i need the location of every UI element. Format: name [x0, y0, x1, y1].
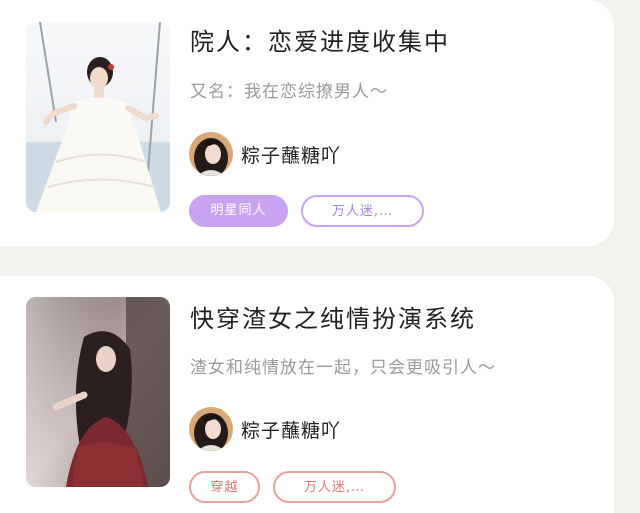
book-card[interactable]: 快穿渣女之纯情扮演系统 渣女和纯情放在一起，只会更吸引人～ 粽子蘸糖吖 穿越 万… — [0, 276, 614, 513]
author-row[interactable]: 粽子蘸糖吖 — [189, 407, 341, 451]
book-list: 院人：恋爱进度收集中 又名：我在恋综撩男人～ 粽子蘸糖吖 明星同人 万人迷,… — [0, 0, 640, 513]
author-avatar-image — [189, 132, 233, 176]
author-name[interactable]: 粽子蘸糖吖 — [241, 416, 341, 443]
tag-genre[interactable]: 明星同人 — [189, 195, 288, 227]
author-name[interactable]: 粽子蘸糖吖 — [241, 141, 341, 168]
tag-keywords[interactable]: 万人迷,… — [301, 195, 424, 227]
woman-white-dress-swing-image — [26, 22, 170, 212]
avatar[interactable] — [189, 407, 233, 451]
book-card[interactable]: 院人：恋爱进度收集中 又名：我在恋综撩男人～ 粽子蘸糖吖 明星同人 万人迷,… — [0, 0, 614, 246]
author-avatar-image — [189, 407, 233, 451]
avatar[interactable] — [189, 132, 233, 176]
woman-red-dress-image — [26, 297, 170, 487]
book-title[interactable]: 快穿渣女之纯情扮演系统 — [190, 299, 476, 334]
book-cover[interactable] — [26, 297, 170, 487]
book-cover[interactable] — [26, 22, 170, 212]
tag-genre[interactable]: 穿越 — [189, 471, 260, 503]
tag-list: 穿越 万人迷,… — [189, 471, 396, 503]
book-subtitle: 渣女和纯情放在一起，只会更吸引人～ — [190, 358, 496, 378]
book-title[interactable]: 院人：恋爱进度收集中 — [190, 22, 450, 57]
author-row[interactable]: 粽子蘸糖吖 — [189, 132, 341, 176]
tag-keywords[interactable]: 万人迷,… — [273, 471, 396, 503]
tag-list: 明星同人 万人迷,… — [189, 195, 424, 227]
book-subtitle: 又名：我在恋综撩男人～ — [190, 82, 388, 102]
